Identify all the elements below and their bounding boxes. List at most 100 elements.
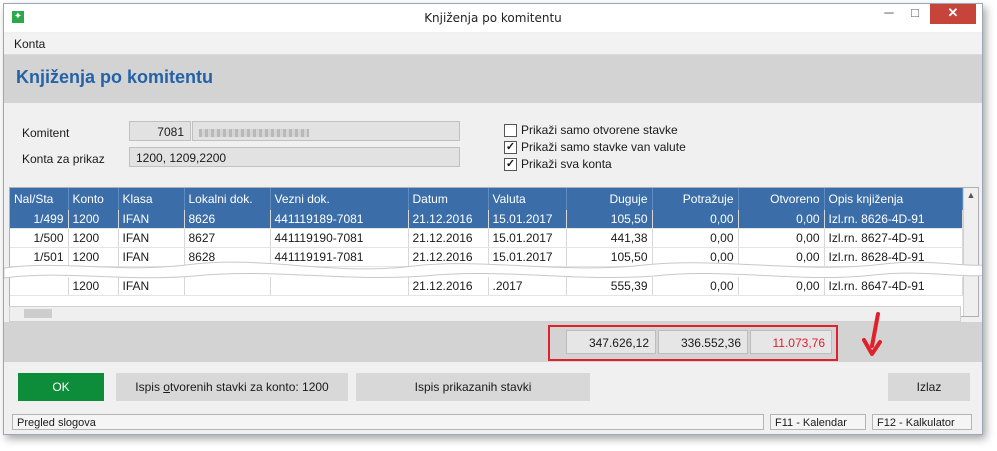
total-duguje: 347.626,12	[566, 330, 656, 354]
page-title: Knjiženja po komitentu	[16, 67, 214, 87]
col-vezni-dok[interactable]: Vezni dok.	[270, 188, 409, 210]
cell: 441119189-7081	[270, 210, 409, 229]
col-potrazuje[interactable]: Potražuje	[652, 188, 739, 210]
table-row[interactable]: 1/501 1200 IFAN 8628 441119191-7081 21.1…	[10, 247, 963, 267]
cell: 105,50	[566, 210, 653, 229]
checkbox-box[interactable]: ✓	[504, 157, 517, 171]
col-nal-sta[interactable]: Nal/Sta	[10, 188, 69, 210]
cell: 15.01.2017	[488, 228, 567, 248]
print-open-items-label: Ispis	[135, 380, 164, 394]
red-arrow-icon	[862, 312, 882, 356]
cell: 8626	[184, 210, 271, 229]
cell: 1200	[68, 228, 119, 248]
checkbox-box[interactable]	[504, 123, 517, 137]
close-button[interactable]: ✕	[930, 4, 976, 24]
cell: Izl.rn. 8647-4D-91	[824, 277, 963, 296]
checkbox-box[interactable]: ✓	[504, 140, 517, 154]
cell: 441119191-7081	[270, 247, 409, 267]
cell: 15.01.2017	[488, 247, 567, 267]
col-konto[interactable]: Konto	[68, 188, 119, 210]
cell: 8627	[184, 228, 271, 248]
cell: 0,00	[652, 277, 739, 296]
exit-button[interactable]: Izlaz	[888, 373, 970, 401]
cell: 1/501	[10, 247, 69, 267]
col-datum[interactable]: Datum	[408, 188, 489, 210]
minimize-button[interactable]: ─	[876, 4, 902, 24]
title-bar[interactable]: ✦ Knjiženja po komitentu ─ □ ✕	[4, 4, 982, 32]
maximize-button[interactable]: □	[902, 4, 928, 24]
scroll-thumb[interactable]	[24, 309, 52, 318]
cell: 15.01.2017	[488, 210, 567, 229]
table-row[interactable]: 1/500 1200 IFAN 8627 441119190-7081 21.1…	[10, 228, 963, 248]
cell: 0,00	[652, 228, 739, 248]
cell: 441119190-7081	[270, 228, 409, 248]
cell: Izl.rn. 8628-4D-91	[824, 247, 963, 267]
cell: .2017	[488, 277, 567, 296]
checkbox-label: Prikaži samo otvorene stavke	[521, 123, 678, 137]
konta-field[interactable]: 1200, 1209,2200	[129, 147, 460, 167]
entries-table: Nal/Sta Konto Klasa Lokalni dok. Vezni d…	[9, 187, 979, 317]
cell: 0,00	[738, 210, 825, 229]
status-bar: Pregled slogova F11 - Kalendar F12 - Kal…	[4, 412, 982, 432]
table-row[interactable]: 1/499 1200 IFAN 8626 441119189-7081 21.1…	[10, 210, 963, 229]
cell: 105,50	[566, 247, 653, 267]
cell: IFAN	[118, 228, 185, 248]
filter-panel: Komitent 7081 Konta za prikaz 1200, 1209…	[4, 104, 982, 184]
total-potrazuje: 336.552,36	[658, 330, 748, 354]
cell: 1/500	[10, 228, 69, 248]
cell: IFAN	[118, 210, 185, 229]
cell: 21.12.2016	[408, 210, 489, 229]
cell: 555,39	[566, 277, 653, 296]
ok-button[interactable]: OK	[18, 373, 104, 401]
komitent-code-field[interactable]: 7081	[129, 121, 191, 141]
cell	[184, 277, 271, 296]
entries-grid: Nal/Sta Konto Klasa Lokalni dok. Vezni d…	[10, 188, 963, 296]
cell: 0,00	[738, 247, 825, 267]
totals-band: 347.626,12 336.552,36 11.073,76	[4, 312, 982, 362]
cell: 21.12.2016	[408, 228, 489, 248]
cell: Izl.rn. 8626-4D-91	[824, 210, 963, 229]
cell: 0,00	[738, 277, 825, 296]
cell: 1200	[68, 210, 119, 229]
komitent-name-field[interactable]	[192, 121, 460, 141]
menu-konta[interactable]: Konta	[14, 37, 45, 51]
print-open-items-hotkey: o	[163, 380, 170, 394]
konta-label: Konta za prikaz	[22, 152, 105, 166]
checkbox-label: Prikaži samo stavke van valute	[521, 140, 686, 154]
window-title: Knjiženja po komitentu	[424, 11, 562, 25]
col-opis[interactable]: Opis knjiženja	[824, 188, 963, 210]
f11-calendar[interactable]: F11 - Kalendar	[770, 414, 866, 430]
cell: 0,00	[652, 247, 739, 267]
redacted-name	[199, 128, 309, 137]
checkbox-sva-konta[interactable]: ✓ Prikaži sva konta	[504, 156, 612, 172]
checkbox-otvorene[interactable]: Prikaži samo otvorene stavke	[504, 122, 678, 138]
table-header-row: Nal/Sta Konto Klasa Lokalni dok. Vezni d…	[10, 188, 963, 210]
print-open-items-button[interactable]: Ispis otvorenih stavki za konto: 1200	[116, 373, 348, 401]
col-valuta[interactable]: Valuta	[488, 188, 567, 210]
horizontal-scrollbar[interactable]	[9, 306, 961, 322]
app-window: ✦ Knjiženja po komitentu ─ □ ✕ Konta Knj…	[3, 3, 983, 435]
cell	[270, 277, 409, 296]
vertical-scrollbar[interactable]: ▲	[963, 188, 978, 316]
col-otvoreno[interactable]: Otvoreno	[738, 188, 825, 210]
cell: 441,38	[566, 228, 653, 248]
checkbox-van-valute[interactable]: ✓ Prikaži samo stavke van valute	[504, 139, 686, 155]
cell: 21.12.2016	[408, 277, 489, 296]
print-open-items-rest: tvorenih stavki za konto: 1200	[169, 380, 329, 394]
scroll-up-icon[interactable]: ▲	[964, 188, 978, 202]
cell: 0,00	[738, 228, 825, 248]
f12-calculator[interactable]: F12 - Kalkulator	[872, 414, 972, 430]
cell: 1/499	[10, 210, 69, 229]
table-row[interactable]: 1200 IFAN 21.12.2016 .2017 555,39 0,00 0…	[10, 277, 963, 296]
print-shown-items-button[interactable]: Ispis prikazanih stavki	[356, 373, 590, 401]
status-message: Pregled slogova	[12, 414, 764, 430]
cell: 21.12.2016	[408, 247, 489, 267]
col-klasa[interactable]: Klasa	[118, 188, 185, 210]
total-otvoreno: 11.073,76	[750, 330, 832, 354]
col-lokalni-dok[interactable]: Lokalni dok.	[184, 188, 271, 210]
cell: IFAN	[118, 247, 185, 267]
cell: 1200	[68, 247, 119, 267]
komitent-label: Komitent	[22, 126, 70, 140]
col-duguje[interactable]: Duguje	[566, 188, 653, 210]
header-band: Knjiženja po komitentu	[4, 55, 982, 103]
